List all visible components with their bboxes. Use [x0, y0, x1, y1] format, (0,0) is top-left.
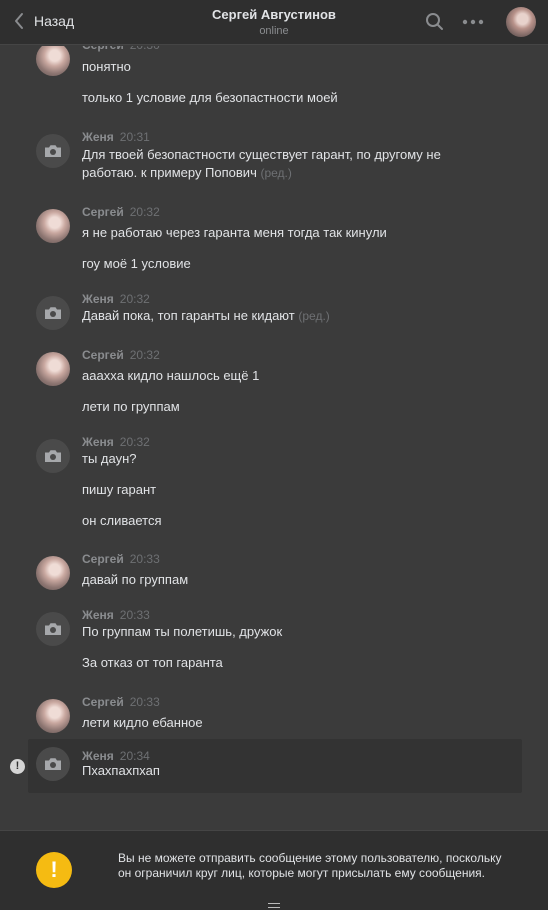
message-author[interactable]: Женя: [82, 749, 114, 763]
send-failed-icon[interactable]: !: [10, 759, 25, 774]
message-meta: Женя 20:33: [82, 608, 150, 622]
message-text: ты даун?: [82, 451, 137, 466]
edited-label: (ред.): [298, 309, 330, 323]
message-group[interactable]: Женя 20:33 По группам ты полетишь, дружок З…: [28, 608, 522, 677]
message-text-content: только 1 условие для безопастности моей: [82, 90, 338, 105]
user-avatar-placeholder[interactable]: [36, 439, 70, 473]
message-meta: Женя 20:32: [82, 435, 150, 449]
message-group[interactable]: Сергей 20:33 лети кидло ебанное: [28, 695, 522, 737]
message-text: Для твоей безопастности существует гаран…: [82, 146, 462, 182]
message-text: давай по группам: [82, 572, 188, 587]
message-text-content: аааxxa кидло нашлось ещё 1: [82, 368, 260, 383]
blocked-notice-text: Вы не можете отправить сообщение этому п…: [118, 851, 502, 880]
message-text-content: ты даун?: [82, 451, 137, 466]
chat-header: Назад Сергей Августинов online: [0, 0, 548, 45]
message-group[interactable]: Женя 20:32 ты даун? пишу гарант он сливается: [28, 435, 522, 535]
message-text: гоу моё 1 условие: [82, 256, 191, 271]
message-meta: Сергей 20:30: [82, 46, 160, 52]
message-text: аааxxa кидло нашлось ещё 1: [82, 368, 259, 383]
message-time[interactable]: 20:31: [120, 130, 150, 144]
user-avatar[interactable]: [36, 699, 70, 733]
message-time[interactable]: 20:33: [130, 695, 160, 709]
user-avatar[interactable]: [36, 352, 70, 386]
message-text-content: лети по группам: [82, 399, 180, 414]
message-time[interactable]: 20:32: [120, 435, 150, 449]
message-text: только 1 условие для безопастности моей: [82, 90, 338, 105]
camera-icon: [45, 758, 61, 770]
message-text-content: гоу моё 1 условие: [82, 256, 191, 271]
message-meta: Женя 20:32: [82, 292, 150, 306]
more-icon[interactable]: [462, 19, 484, 25]
message-meta: Сергей 20:32: [82, 348, 160, 362]
message-group[interactable]: Сергей 20:32 я не работаю через гаранта ме…: [28, 205, 522, 278]
message-meta: Сергей 20:32: [82, 205, 160, 219]
user-avatar[interactable]: [36, 556, 70, 590]
message-meta: Женя 20:31: [82, 130, 150, 144]
message-text: он сливается: [82, 513, 162, 528]
message-text-content: давай по группам: [82, 572, 189, 587]
message-text-content: Пхахпахпхап: [82, 763, 160, 778]
peer-status: online: [259, 25, 289, 37]
message-text-content: Давай пока, топ гаранты не кидают: [82, 308, 295, 323]
message-meta: Сергей 20:33: [82, 695, 160, 709]
message-text: Давай пока, топ гаранты не кидают (ред.): [82, 308, 330, 323]
warning-icon: !: [36, 852, 72, 888]
message-time[interactable]: 20:32: [120, 292, 150, 306]
message-time[interactable]: 20:32: [130, 348, 160, 362]
camera-icon: [45, 307, 61, 319]
user-avatar[interactable]: [36, 209, 70, 243]
message-time[interactable]: 20:32: [130, 205, 160, 219]
peer-avatar[interactable]: [506, 7, 536, 37]
message-group[interactable]: Женя 20:34 Пхахпахпхап: [28, 739, 522, 793]
message-time[interactable]: 20:30: [130, 46, 160, 52]
message-text: пишу гарант: [82, 482, 156, 497]
user-avatar[interactable]: [36, 46, 70, 76]
message-group[interactable]: Женя 20:31 Для твоей безопастности существ…: [28, 130, 522, 186]
user-avatar-placeholder[interactable]: [36, 612, 70, 646]
message-text-content: лети кидло ебанное: [82, 715, 203, 730]
message-author[interactable]: Сергей: [82, 348, 124, 362]
message-time[interactable]: 20:34: [120, 749, 150, 763]
resize-grip[interactable]: [268, 903, 280, 908]
message-meta: Женя 20:34: [82, 749, 150, 763]
message-meta: Сергей 20:33: [82, 552, 160, 566]
blocked-notice-bar: ! Вы не можете отправить сообщение этому…: [0, 830, 548, 910]
message-text: Пхахпахпхап: [82, 763, 160, 778]
message-text: я не работаю через гаранта меня тогда та…: [82, 225, 387, 240]
message-text: лети по группам: [82, 399, 180, 414]
user-avatar-placeholder[interactable]: [36, 747, 70, 781]
search-icon[interactable]: [425, 12, 445, 32]
message-text: По группам ты полетишь, дружок: [82, 624, 282, 639]
message-author[interactable]: Сергей: [82, 46, 124, 52]
message-author[interactable]: Женя: [82, 130, 114, 144]
message-text-content: я не работаю через гаранта меня тогда та…: [82, 225, 387, 240]
camera-icon: [45, 145, 61, 157]
message-group[interactable]: Сергей 20:33 давай по группам: [28, 552, 522, 594]
message-time[interactable]: 20:33: [120, 608, 150, 622]
message-author[interactable]: Женя: [82, 292, 114, 306]
camera-icon: [45, 450, 61, 462]
message-text: За отказ от топ гаранта: [82, 655, 223, 670]
edited-label: (ред.): [260, 166, 292, 180]
message-group[interactable]: Женя 20:32 Давай пока, топ гаранты не кида…: [28, 292, 522, 330]
message-text-content: понятно: [82, 59, 131, 74]
message-text-content: пишу гарант: [82, 482, 157, 497]
message-text-content: он сливается: [82, 513, 162, 528]
message-text-content: По группам ты полетишь, дружок: [82, 624, 283, 639]
message-group[interactable]: Сергей 20:30 понятно только 1 условие для б…: [28, 46, 522, 112]
message-author[interactable]: Сергей: [82, 205, 124, 219]
user-avatar-placeholder[interactable]: [36, 134, 70, 168]
message-author[interactable]: Женя: [82, 435, 114, 449]
message-author[interactable]: Сергей: [82, 695, 124, 709]
message-group[interactable]: Сергей 20:32 аааxxa кидло нашлось ещё 1 лет…: [28, 348, 522, 421]
message-author[interactable]: Сергей: [82, 552, 124, 566]
message-text: лети кидло ебанное: [82, 715, 203, 730]
message-time[interactable]: 20:33: [130, 552, 160, 566]
message-text-content: За отказ от топ гаранта: [82, 655, 223, 670]
message-text: понятно: [82, 59, 131, 74]
message-feed[interactable]: Сергей 20:30 понятно только 1 условие для б…: [0, 46, 548, 830]
message-author[interactable]: Женя: [82, 608, 114, 622]
camera-icon: [45, 623, 61, 635]
user-avatar-placeholder[interactable]: [36, 296, 70, 330]
